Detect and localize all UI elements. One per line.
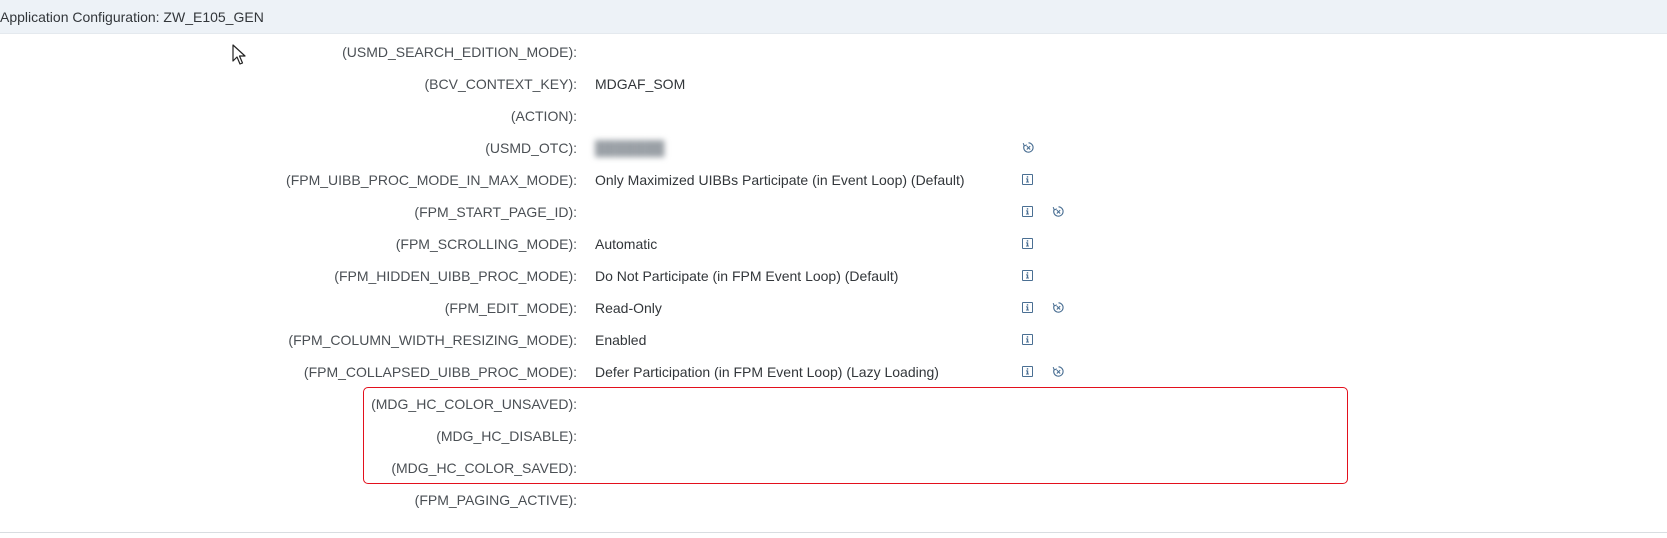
title-bar: Application Configuration: ZW_E105_GEN — [0, 0, 1667, 34]
parameter-row: (FPM_SCROLLING_MODE): Automatic — [0, 228, 1667, 260]
parameter-value: Read-Only — [595, 300, 662, 316]
info-icon[interactable] — [1022, 302, 1033, 313]
parameter-value: ███████ — [595, 140, 665, 156]
parameter-label: (FPM_COLLAPSED_UIBB_PROC_MODE): — [303, 364, 577, 380]
info-icon[interactable] — [1022, 366, 1033, 377]
info-icon[interactable] — [1022, 206, 1033, 217]
parameter-value: Defer Participation (in FPM Event Loop) … — [595, 364, 939, 380]
parameter-label: (MDG_HC_COLOR_UNSAVED): — [371, 396, 577, 412]
reset-icon[interactable] — [1052, 205, 1065, 218]
parameter-row: (FPM_HIDDEN_UIBB_PROC_MODE): Do Not Parti… — [0, 260, 1667, 292]
parameter-label: (MDG_HC_COLOR_SAVED): — [391, 460, 577, 476]
info-icon[interactable] — [1022, 270, 1033, 281]
parameter-value: Do Not Participate (in FPM Event Loop) (… — [595, 268, 899, 284]
parameter-label: (FPM_UIBB_PROC_MODE_IN_MAX_MODE): — [286, 172, 577, 188]
parameter-row: (BCV_CONTEXT_KEY): MDGAF_SOM — [0, 68, 1667, 100]
parameter-label: (FPM_COLUMN_WIDTH_RESIZING_MODE): — [288, 332, 577, 348]
parameter-label: (FPM_HIDDEN_UIBB_PROC_MODE): — [334, 268, 577, 284]
parameter-label: (FPM_EDIT_MODE): — [444, 300, 577, 316]
parameter-row: (FPM_UIBB_PROC_MODE_IN_MAX_MODE): Only Ma… — [0, 164, 1667, 196]
reset-icon[interactable] — [1052, 365, 1065, 378]
parameter-row: (FPM_COLLAPSED_UIBB_PROC_MODE): Defer Par… — [0, 356, 1667, 388]
reset-icon[interactable] — [1022, 141, 1035, 154]
parameter-row: (FPM_PAGING_ACTIVE): — [0, 484, 1667, 516]
parameter-row: (MDG_HC_COLOR_UNSAVED): — [0, 388, 1667, 420]
parameter-value: MDGAF_SOM — [595, 76, 686, 92]
parameter-value: Automatic — [595, 236, 658, 252]
parameter-label: (FPM_PAGING_ACTIVE): — [414, 492, 577, 508]
info-icon[interactable] — [1022, 238, 1033, 249]
parameter-row: (MDG_HC_COLOR_SAVED): — [0, 452, 1667, 484]
mouse-pointer-icon — [232, 44, 246, 65]
parameter-label: (USMD_SEARCH_EDITION_MODE): — [342, 44, 577, 60]
parameter-value: Only Maximized UIBBs Participate (in Eve… — [595, 172, 965, 188]
parameter-label: (BCV_CONTEXT_KEY): — [424, 76, 577, 92]
parameter-row: (FPM_EDIT_MODE): Read-Only — [0, 292, 1667, 324]
parameter-form: (USMD_SEARCH_EDITION_MODE): (BCV_CONTEXT_… — [0, 36, 1667, 516]
parameter-row: (USMD_SEARCH_EDITION_MODE): — [0, 36, 1667, 68]
info-icon[interactable] — [1022, 174, 1033, 185]
parameter-label: (USMD_OTC): — [485, 140, 577, 156]
parameter-label: (ACTION): — [510, 108, 577, 124]
parameter-value: Enabled — [595, 332, 647, 348]
bottom-divider — [0, 532, 1667, 533]
reset-icon[interactable] — [1052, 301, 1065, 314]
parameter-label: (FPM_START_PAGE_ID): — [414, 204, 577, 220]
parameter-row: (FPM_START_PAGE_ID): — [0, 196, 1667, 228]
page-title: Application Configuration: ZW_E105_GEN — [0, 9, 264, 25]
parameter-label: (FPM_SCROLLING_MODE): — [395, 236, 577, 252]
parameter-row: (FPM_COLUMN_WIDTH_RESIZING_MODE): Enabled — [0, 324, 1667, 356]
parameter-row: (USMD_OTC): ███████ — [0, 132, 1667, 164]
parameter-label: (MDG_HC_DISABLE): — [436, 428, 577, 444]
parameter-row: (MDG_HC_DISABLE): — [0, 420, 1667, 452]
info-icon[interactable] — [1022, 334, 1033, 345]
parameter-row: (ACTION): — [0, 100, 1667, 132]
